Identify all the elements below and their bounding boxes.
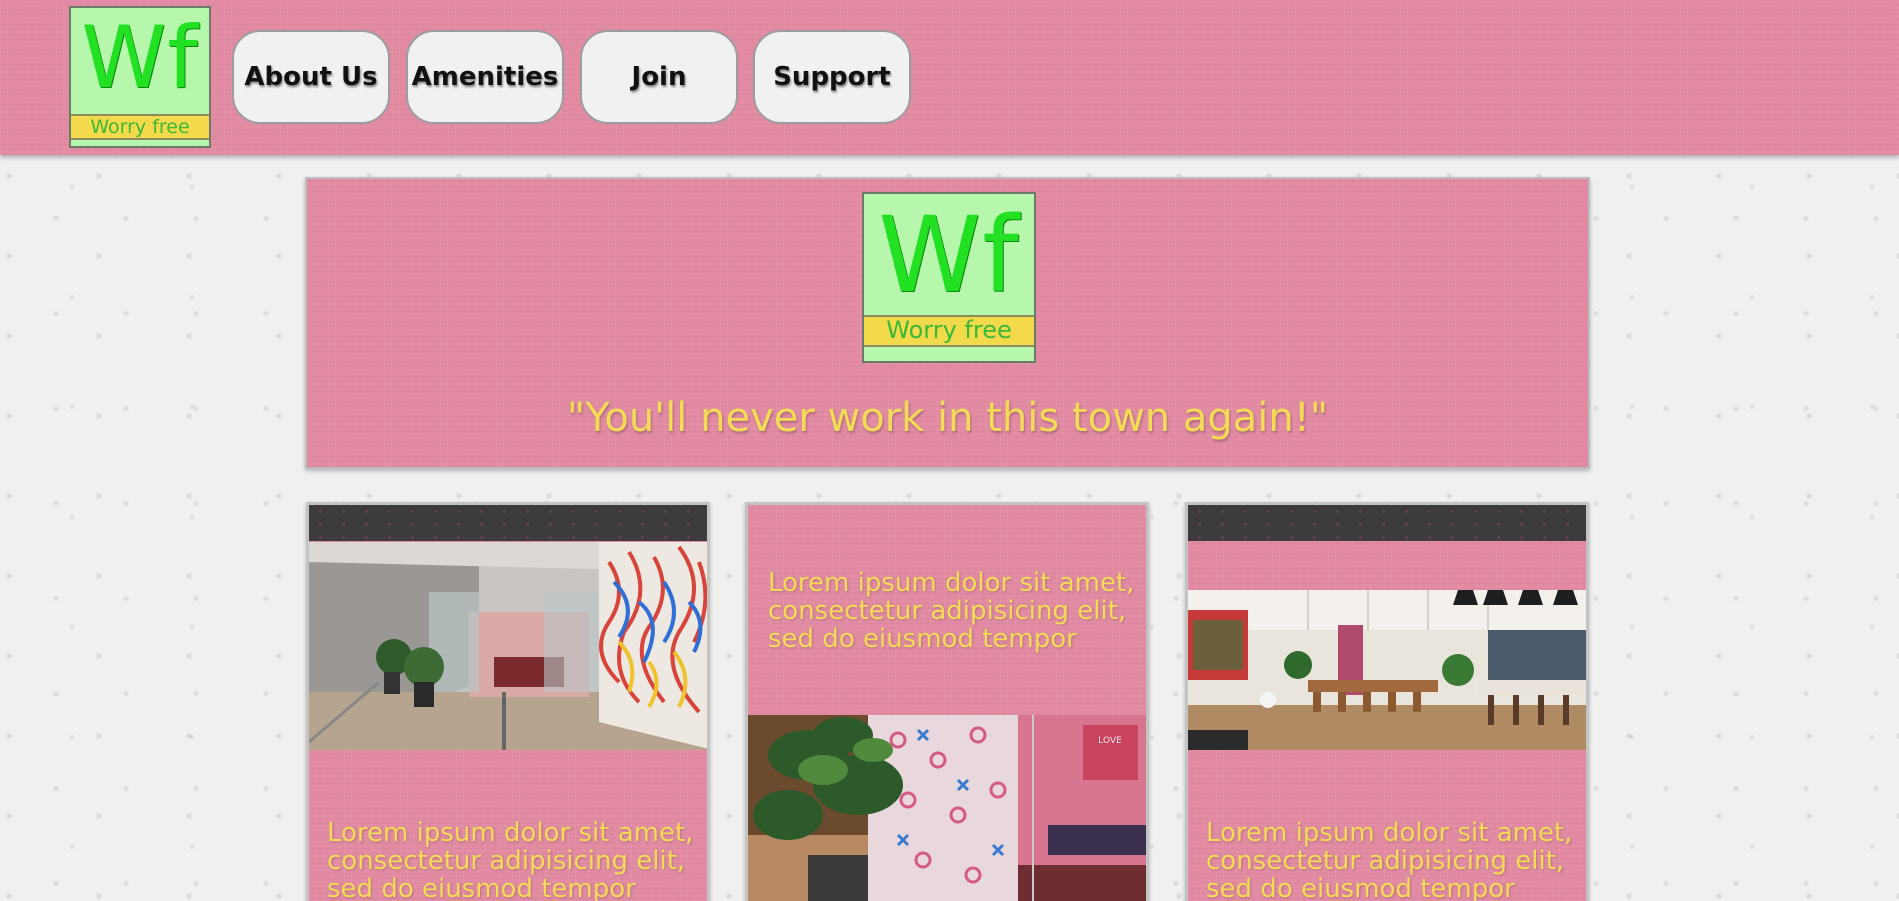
cafe-photo [1188,590,1586,750]
hero-logo: Wf Worry free [862,192,1036,363]
feature-card-2: Lorem ipsum dolor sit amet, consectetur … [745,502,1149,901]
plant-wall-photo: LOVE [748,715,1146,901]
header-logo[interactable]: Wf Worry free [69,6,211,148]
feature-card-1: Lorem ipsum dolor sit amet, consectetur … [306,502,710,901]
card-text: Lorem ipsum dolor sit amet, consectetur … [327,818,694,901]
logo-mark: Wf [81,8,199,108]
nav-about-us-button[interactable]: About Us [232,30,390,124]
nav-join-button[interactable]: Join [580,30,738,124]
site-header: Wf Worry free About Us Amenities Join Su… [0,0,1899,155]
neon-sign-text: LOVE [1098,736,1122,746]
hero-banner: Wf Worry free "You'll never work in this… [305,177,1590,469]
feature-card-3: Lorem ipsum dolor sit amet, consectetur … [1185,502,1589,901]
hero-logo-mark: Wf [878,194,1020,316]
logo-tagline: Worry free [71,114,209,140]
hero-quote: "You'll never work in this town again!" [566,395,1329,441]
lobby-photo [309,542,707,750]
nav-amenities-button[interactable]: Amenities [406,30,564,124]
card-text: Lorem ipsum dolor sit amet, consectetur … [1206,818,1573,901]
card-header-bar [309,505,707,541]
nav-support-button[interactable]: Support [753,30,911,124]
hero-logo-tagline: Worry free [864,315,1034,347]
card-text: Lorem ipsum dolor sit amet, consectetur … [768,568,1135,654]
card-header-bar [1188,505,1586,541]
